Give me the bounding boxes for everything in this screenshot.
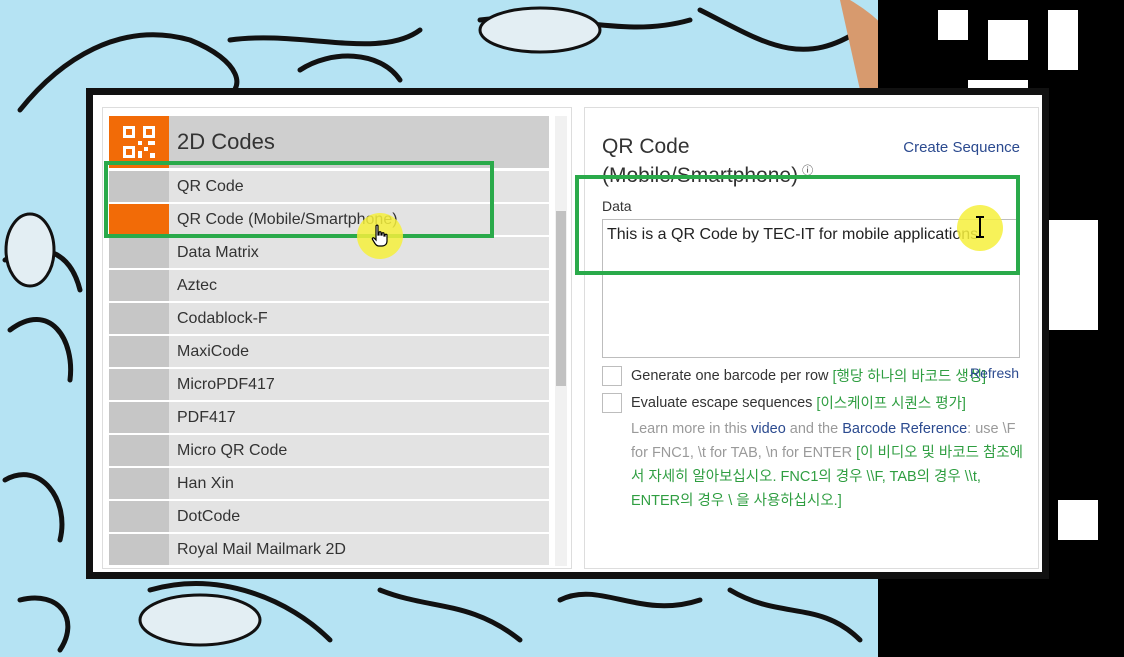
item-swatch — [109, 237, 169, 268]
one-barcode-per-row-checkbox[interactable] — [602, 365, 622, 386]
item-swatch — [109, 468, 169, 499]
list-item-han-xin[interactable]: Han Xin — [109, 468, 549, 499]
item-swatch — [109, 369, 169, 400]
category-title: 2D Codes — [177, 129, 275, 154]
list-item-label: Data Matrix — [177, 243, 259, 261]
video-link[interactable]: video — [751, 421, 786, 437]
list-item-label: Codablock-F — [177, 309, 268, 327]
window-content: 2D Codes QR Code QR Code (Mobile/Smartph… — [93, 95, 1042, 572]
list-item-data-matrix[interactable]: Data Matrix — [109, 237, 549, 268]
list-item-pdf417[interactable]: PDF417 — [109, 402, 549, 433]
escape-help-text: Learn more in this video and the Barcode… — [631, 417, 1031, 513]
option-one-barcode-per-row: Generate one barcode per row [행당 하나의 바코드… — [602, 365, 986, 386]
list-item-label: DotCode — [177, 507, 241, 525]
barcode-title-text: QR Code (Mobile/Smartphone) — [602, 135, 799, 187]
refresh-link[interactable]: Refresh — [970, 365, 1019, 381]
list-scrollbar[interactable] — [555, 116, 567, 566]
barcode-type-items: QR Code QR Code (Mobile/Smartphone) Data… — [109, 171, 549, 567]
item-swatch — [109, 435, 169, 466]
list-item-label: PDF417 — [177, 408, 236, 426]
item-swatch — [109, 534, 169, 565]
escape-sequences-checkbox[interactable] — [602, 392, 622, 413]
barcode-title: QR Code (Mobile/Smartphone) ⓘ — [602, 135, 862, 188]
create-sequence-link[interactable]: Create Sequence — [903, 139, 1020, 156]
data-input[interactable]: This is a QR Code by TEC-IT for mobile a… — [602, 219, 1020, 358]
option-escape-sequences: Evaluate escape sequences [이스케이프 시퀀스 평가] — [602, 392, 966, 413]
item-swatch — [109, 171, 169, 202]
option-label-korean: [행당 하나의 바코드 생성] — [832, 369, 987, 385]
barcode-reference-link[interactable]: Barcode Reference — [842, 421, 967, 437]
option-label: Generate one barcode per row — [631, 367, 829, 384]
item-swatch — [109, 270, 169, 301]
info-icon[interactable]: ⓘ — [802, 165, 813, 177]
list-item-aztec[interactable]: Aztec — [109, 270, 549, 301]
barcode-type-list: 2D Codes QR Code QR Code (Mobile/Smartph… — [102, 107, 572, 569]
data-label: Data — [602, 198, 632, 214]
help-learn-more: Learn more in this — [631, 421, 748, 437]
barcode-generator-window: 2D Codes QR Code QR Code (Mobile/Smartph… — [86, 88, 1049, 579]
item-swatch — [109, 501, 169, 532]
list-item-maxicode[interactable]: MaxiCode — [109, 336, 549, 367]
scrollbar-thumb[interactable] — [556, 211, 566, 386]
list-item-micropdf417[interactable]: MicroPDF417 — [109, 369, 549, 400]
option-label: Evaluate escape sequences — [631, 394, 813, 411]
list-item-label: MicroPDF417 — [177, 375, 275, 393]
list-item-dotcode[interactable]: DotCode — [109, 501, 549, 532]
list-item-label: MaxiCode — [177, 342, 250, 360]
list-item-label: Royal Mail Mailmark 2D — [177, 540, 346, 558]
category-header-2d-codes[interactable]: 2D Codes — [109, 116, 549, 168]
item-swatch — [109, 336, 169, 367]
hand-pointer-icon — [371, 224, 388, 247]
list-item-qr-code-mobile[interactable]: QR Code (Mobile/Smartphone) — [109, 204, 549, 235]
help-and-the: and the — [789, 421, 839, 437]
barcode-settings-panel: QR Code (Mobile/Smartphone) ⓘ Create Sequ… — [584, 107, 1039, 569]
qr-icon — [109, 116, 169, 168]
list-item-royal-mail-mailmark-2d[interactable]: Royal Mail Mailmark 2D — [109, 534, 549, 565]
list-item-label: QR Code — [177, 177, 244, 195]
list-item-label: Micro QR Code — [177, 441, 288, 459]
item-swatch — [109, 402, 169, 433]
list-item-label: Han Xin — [177, 474, 234, 492]
list-item-micro-qr-code[interactable]: Micro QR Code — [109, 435, 549, 466]
list-item-qr-code[interactable]: QR Code — [109, 171, 549, 202]
item-swatch-active — [109, 204, 169, 235]
list-item-label: Aztec — [177, 276, 218, 294]
text-cursor-icon — [976, 216, 984, 238]
qr-icon-graphic — [123, 126, 155, 158]
list-item-codablock-f[interactable]: Codablock-F — [109, 303, 549, 334]
item-swatch — [109, 303, 169, 334]
option-label-korean: [이스케이프 시퀀스 평가] — [816, 396, 966, 412]
